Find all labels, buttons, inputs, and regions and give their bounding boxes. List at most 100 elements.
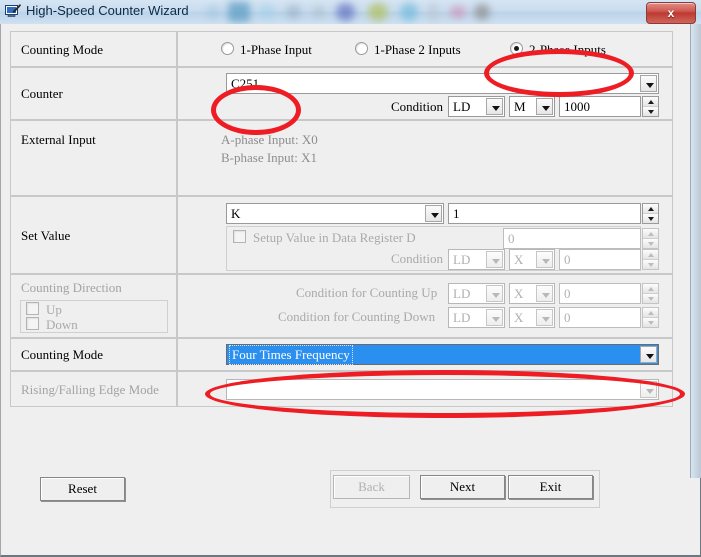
stepper-up-icon[interactable]	[643, 284, 658, 294]
chevron-down-icon[interactable]	[640, 346, 657, 363]
stepper-up-icon[interactable]	[643, 308, 658, 318]
counter-condition-number-stepper[interactable]	[642, 96, 659, 117]
counting-down-number-value: 0	[564, 310, 571, 325]
set-value-condition-number-stepper[interactable]	[642, 249, 659, 270]
radio-2-phase-inputs[interactable]: 2-Phase Inputs	[510, 42, 606, 58]
external-input-b-phase: B-phase Input: X1	[221, 150, 318, 165]
stepper-down-icon[interactable]	[643, 214, 658, 223]
row-label-counter: Counter	[10, 67, 177, 120]
radio-label-2-phase-inputs: 2-Phase Inputs	[529, 42, 606, 57]
counter-condition-number-value: 1000	[564, 99, 590, 114]
counting-up-number-field[interactable]: 0	[559, 283, 641, 304]
row-label-set-value: Set Value	[10, 196, 177, 274]
counter-wizard-icon	[5, 4, 21, 17]
counting-down-device-value: X	[514, 310, 524, 325]
counting-direction-up-checkbox[interactable]: Up	[26, 302, 62, 318]
chevron-down-icon[interactable]	[486, 98, 503, 115]
label-counting-direction: Counting Direction	[21, 280, 122, 295]
row-content-set-value: K 1 Setup Value in Data Register D 0 Con…	[177, 196, 673, 274]
counter-condition-instruction-value: LD	[453, 99, 471, 114]
counting-up-instruction-combobox[interactable]: LD	[448, 283, 505, 304]
radio-icon-1-phase-input	[221, 42, 234, 55]
counter-condition-device-value: M	[514, 99, 526, 114]
high-speed-counter-wizard-dialog: High-Speed Counter Wizard x Counting Mod…	[0, 0, 701, 557]
title-bar: High-Speed Counter Wizard x	[0, 0, 701, 25]
chevron-down-icon[interactable]	[486, 251, 503, 268]
counting-up-number-value: 0	[564, 286, 571, 301]
stepper-up-icon[interactable]	[643, 204, 658, 214]
stepper-up-icon[interactable]	[643, 229, 658, 239]
counting-up-device-value: X	[514, 286, 524, 301]
chevron-down-icon[interactable]	[486, 285, 503, 302]
counter-condition-device-combobox[interactable]: M	[509, 96, 555, 117]
next-button[interactable]: Next	[420, 475, 505, 499]
counter-device-combobox[interactable]: C251	[226, 73, 659, 94]
row-content-counting-direction: Condition for Counting Up LD X 0 Conditi…	[177, 274, 673, 338]
counting-up-device-combobox[interactable]: X	[509, 283, 555, 304]
row-label-edge-mode: Rising/Falling Edge Mode	[10, 371, 177, 407]
radio-1-phase-2-inputs[interactable]: 1-Phase 2 Inputs	[355, 42, 461, 58]
chevron-down-icon[interactable]	[486, 309, 503, 326]
counter-condition-number-field[interactable]: 1000	[559, 96, 641, 117]
set-value-condition-instruction-combobox[interactable]: LD	[448, 249, 505, 270]
row-content-external-input: A-phase Input: X0 B-phase Input: X1	[177, 120, 673, 196]
condition-for-counting-up-label: Condition for Counting Up	[296, 285, 438, 300]
set-value-register-value: 0	[508, 231, 515, 246]
counting-direction-down-checkbox[interactable]: Down	[26, 317, 78, 333]
counting-down-number-field[interactable]: 0	[559, 307, 641, 328]
checkbox-icon-setup-value-in-data-register	[233, 230, 246, 243]
exit-button[interactable]: Exit	[508, 475, 593, 499]
blurred-toolbar-backdrop	[200, 0, 660, 24]
row-content-counting-mode-top: 1-Phase Input 1-Phase 2 Inputs 2-Phase I…	[177, 31, 673, 67]
counting-up-number-stepper[interactable]	[642, 283, 659, 304]
row-label-counting-direction: Counting Direction Up Down	[10, 274, 177, 338]
setup-value-in-data-register-checkbox[interactable]: Setup Value in Data Register D	[233, 230, 416, 246]
set-value-number-field[interactable]: 1	[448, 203, 641, 224]
stepper-up-icon[interactable]	[643, 97, 658, 107]
reset-button[interactable]: Reset	[40, 477, 125, 501]
label-external-input: External Input	[21, 132, 96, 147]
set-value-number-value: 1	[453, 206, 460, 221]
set-value-register-field[interactable]: 0	[503, 228, 641, 249]
external-input-a-phase: A-phase Input: X0	[221, 132, 318, 147]
radio-label-1-phase-2-inputs: 1-Phase 2 Inputs	[374, 42, 461, 57]
radio-1-phase-input[interactable]: 1-Phase Input	[221, 42, 312, 58]
close-button[interactable]: x	[646, 2, 696, 24]
radio-icon-1-phase-2-inputs	[355, 42, 368, 55]
stepper-down-icon[interactable]	[643, 239, 658, 248]
stepper-down-icon[interactable]	[643, 260, 658, 269]
chevron-down-icon[interactable]	[640, 381, 657, 398]
set-value-condition-device-combobox[interactable]: X	[509, 249, 555, 270]
chevron-down-icon[interactable]	[536, 285, 553, 302]
set-value-prefix-combobox[interactable]: K	[226, 203, 444, 224]
stepper-down-icon[interactable]	[643, 294, 658, 303]
counter-condition-label: Condition	[391, 99, 444, 114]
chevron-down-icon[interactable]	[536, 251, 553, 268]
set-value-number-stepper[interactable]	[642, 203, 659, 224]
set-value-prefix-value: K	[231, 206, 241, 221]
counting-down-device-combobox[interactable]: X	[509, 307, 555, 328]
wizard-settings-grid: Counting Mode 1-Phase Input 1-Phase 2 In…	[10, 31, 673, 426]
counting-mode-frequency-combobox[interactable]: Four Times Frequency	[226, 344, 659, 365]
counting-down-number-stepper[interactable]	[642, 307, 659, 328]
stepper-down-icon[interactable]	[643, 318, 658, 327]
chevron-down-icon[interactable]	[425, 205, 442, 222]
back-button[interactable]: Back	[333, 475, 410, 499]
set-value-register-stepper[interactable]	[642, 228, 659, 249]
row-label-external-input: External Input	[10, 120, 177, 196]
stepper-down-icon[interactable]	[643, 107, 658, 116]
label-set-value: Set Value	[21, 228, 71, 243]
stepper-up-icon[interactable]	[643, 250, 658, 260]
label-counter: Counter	[21, 86, 63, 101]
set-value-condition-number-field[interactable]: 0	[559, 249, 641, 270]
counting-down-instruction-combobox[interactable]: LD	[448, 307, 505, 328]
edge-mode-combobox[interactable]	[226, 379, 659, 400]
setup-value-in-data-register-label: Setup Value in Data Register D	[253, 230, 416, 245]
row-label-counting-mode-bottom: Counting Mode	[10, 338, 177, 371]
chevron-down-icon[interactable]	[640, 75, 657, 92]
counter-condition-instruction-combobox[interactable]: LD	[448, 96, 505, 117]
chevron-down-icon[interactable]	[536, 98, 553, 115]
set-value-condition-label: Condition	[391, 251, 444, 266]
chevron-down-icon[interactable]	[536, 309, 553, 326]
radio-icon-2-phase-inputs	[510, 42, 523, 55]
